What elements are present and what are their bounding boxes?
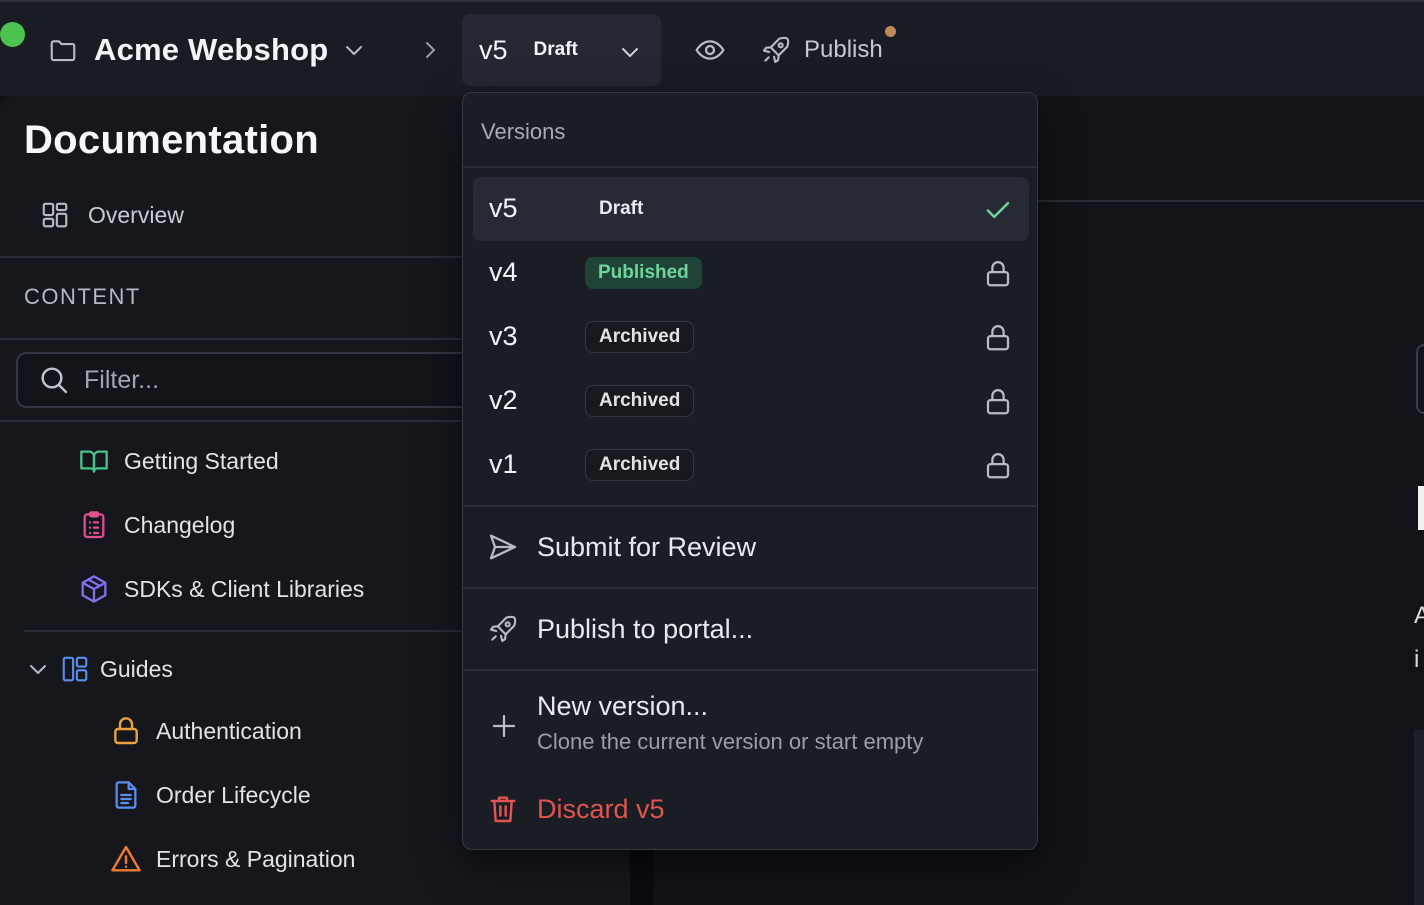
rocket-icon bbox=[487, 613, 519, 645]
submit-for-review-item[interactable]: Submit for Review bbox=[487, 527, 756, 567]
section-label: CONTENT bbox=[24, 284, 141, 309]
sidebar-item-getting-started[interactable]: Getting Started bbox=[78, 441, 279, 481]
file-text-icon bbox=[110, 779, 142, 811]
check-icon bbox=[983, 195, 1013, 225]
version-selector-button[interactable]: v5 Draft bbox=[462, 14, 661, 86]
divider bbox=[463, 587, 1037, 589]
publish-label: Publish bbox=[804, 36, 883, 63]
status-badge: Archived bbox=[585, 385, 695, 417]
layout-icon bbox=[60, 654, 90, 684]
sidebar-title: Documentation bbox=[24, 118, 320, 162]
main-block-edge bbox=[1418, 486, 1424, 530]
publish-indicator-dot bbox=[885, 26, 896, 37]
version-name: v1 bbox=[489, 449, 518, 479]
sidebar-item-authentication[interactable]: Authentication bbox=[110, 711, 302, 751]
status-badge: Archived bbox=[585, 449, 695, 481]
eye-icon bbox=[692, 34, 728, 66]
publish-button[interactable]: Publish bbox=[760, 30, 883, 70]
menu-item-label: Submit for Review bbox=[537, 531, 757, 562]
lock-icon bbox=[110, 715, 142, 747]
divider bbox=[463, 505, 1037, 507]
menu-item-label: Publish to portal... bbox=[537, 613, 754, 644]
sidebar-item-label: Errors & Pagination bbox=[156, 845, 356, 872]
lock-icon bbox=[983, 387, 1013, 417]
version-name: v3 bbox=[489, 321, 518, 351]
status-dot bbox=[0, 22, 25, 47]
clipboard-list-icon bbox=[78, 509, 110, 541]
sidebar-group-guides[interactable]: Guides bbox=[26, 649, 173, 689]
version-name: v4 bbox=[489, 257, 518, 287]
chevron-down-icon bbox=[26, 657, 50, 681]
version-option-v4[interactable]: v4 Published bbox=[473, 241, 1029, 305]
top-bar: Acme Webshop v5 Draft Publish bbox=[0, 0, 1424, 96]
search-icon bbox=[38, 364, 70, 396]
folder-icon bbox=[46, 35, 80, 65]
sidebar-item-label: Overview bbox=[88, 201, 184, 228]
main-card-edge bbox=[1416, 344, 1424, 414]
version-option-v2[interactable]: v2 Archived bbox=[473, 369, 1029, 433]
menu-item-description: Clone the current version or start empty bbox=[537, 729, 924, 754]
status-badge: Archived bbox=[585, 321, 695, 353]
sidebar-item-label: Authentication bbox=[156, 717, 302, 744]
lock-icon bbox=[983, 323, 1013, 353]
project-name: Acme Webshop bbox=[94, 32, 329, 67]
divider bbox=[463, 166, 1037, 168]
sidebar-item-errors-pagination[interactable]: Errors & Pagination bbox=[110, 839, 355, 879]
versions-dropdown: Versions v5 Draft v4 Published v3 Archiv… bbox=[462, 92, 1038, 850]
sidebar-item-overview[interactable]: Overview bbox=[40, 196, 184, 234]
status-badge: Published bbox=[585, 257, 702, 289]
grid-icon bbox=[40, 200, 70, 230]
plus-icon bbox=[489, 711, 519, 741]
warning-icon bbox=[110, 843, 142, 875]
trash-icon bbox=[487, 793, 519, 825]
sidebar-item-sdks[interactable]: SDKs & Client Libraries bbox=[78, 569, 364, 609]
sidebar-item-label: Changelog bbox=[124, 511, 236, 538]
menu-item-label: Discard v5 bbox=[537, 793, 665, 824]
book-icon bbox=[78, 445, 110, 477]
send-icon bbox=[487, 531, 519, 563]
dropdown-header: Versions bbox=[481, 119, 566, 144]
sidebar-item-changelog[interactable]: Changelog bbox=[78, 505, 235, 545]
version-name: v2 bbox=[489, 385, 518, 415]
sidebar-item-order-lifecycle[interactable]: Order Lifecycle bbox=[110, 775, 311, 815]
divider bbox=[1036, 200, 1424, 202]
main-panel-edge bbox=[1414, 730, 1424, 905]
rocket-icon bbox=[760, 34, 792, 66]
publish-to-portal-item[interactable]: Publish to portal... bbox=[487, 609, 753, 649]
version-option-v3[interactable]: v3 Archived bbox=[473, 305, 1029, 369]
discard-version-item[interactable]: Discard v5 bbox=[487, 789, 665, 829]
version-name: v5 bbox=[489, 193, 518, 223]
chevron-down-icon bbox=[342, 38, 366, 62]
project-switcher[interactable]: Acme Webshop bbox=[46, 30, 366, 70]
current-version: v5 bbox=[479, 34, 508, 65]
sidebar-group-label: Guides bbox=[100, 655, 173, 682]
version-option-v5[interactable]: v5 Draft bbox=[473, 177, 1029, 241]
version-option-v1[interactable]: v1 Archived bbox=[473, 433, 1029, 497]
sidebar-item-label: SDKs & Client Libraries bbox=[124, 575, 365, 602]
lock-icon bbox=[983, 451, 1013, 481]
current-version-state: Draft bbox=[533, 39, 578, 60]
sidebar-item-label: Getting Started bbox=[124, 447, 279, 474]
sidebar-item-label: Order Lifecycle bbox=[156, 781, 311, 808]
status-badge: Draft bbox=[599, 198, 644, 219]
chevron-right-icon bbox=[418, 38, 442, 62]
preview-button[interactable] bbox=[692, 34, 728, 66]
divider bbox=[463, 669, 1037, 671]
main-text-edge: A bbox=[1414, 602, 1424, 629]
lock-icon bbox=[983, 259, 1013, 289]
menu-item-label: New version... bbox=[537, 691, 709, 721]
chevron-down-icon bbox=[618, 40, 642, 64]
main-text-edge: i bbox=[1414, 646, 1420, 673]
package-icon bbox=[78, 573, 110, 605]
